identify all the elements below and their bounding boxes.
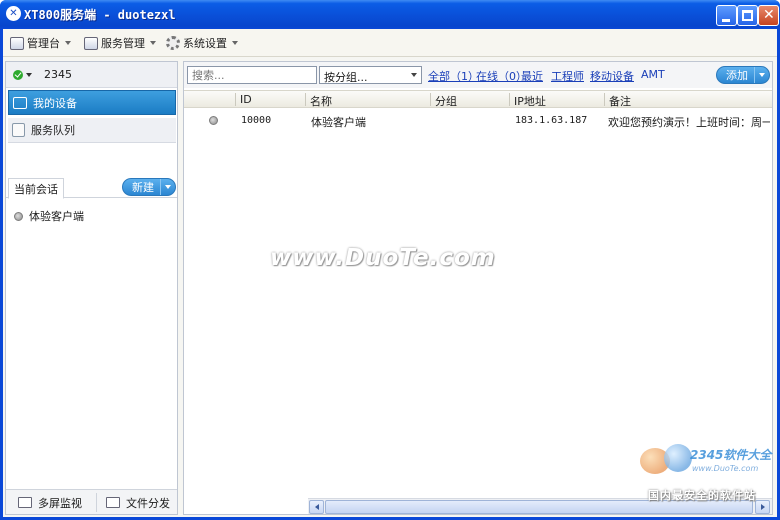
file-distribute-button[interactable]: 文件分发 bbox=[106, 490, 170, 515]
table-header: ID 名称 分组 IP地址 备注 bbox=[184, 90, 772, 108]
cell-name: 体验客户端 bbox=[311, 116, 366, 129]
filter-all[interactable]: 全部（1） bbox=[428, 68, 479, 84]
divider bbox=[305, 93, 306, 106]
chevron-down-icon bbox=[232, 41, 238, 45]
watermark-duote: www.DuoTe.com bbox=[270, 245, 496, 271]
add-button-label: 添加 bbox=[726, 69, 748, 82]
monitor-icon bbox=[13, 96, 27, 109]
watermark-url: www.DuoTe.com bbox=[692, 464, 759, 473]
column-header-note[interactable]: 备注 bbox=[609, 93, 631, 109]
menu-service-management[interactable]: 服务管理 bbox=[84, 34, 156, 52]
chevron-right-icon bbox=[760, 504, 765, 510]
minimize-button[interactable] bbox=[716, 5, 737, 26]
maximize-button[interactable] bbox=[737, 5, 758, 26]
search-input[interactable] bbox=[187, 66, 317, 84]
minimize-icon bbox=[722, 19, 730, 22]
menu-service-label: 服务管理 bbox=[101, 37, 145, 50]
offline-status-icon bbox=[14, 211, 23, 221]
new-session-button[interactable]: 新建 bbox=[122, 178, 176, 196]
chevron-down-icon bbox=[165, 185, 171, 189]
add-dropdown[interactable] bbox=[754, 67, 769, 83]
close-icon: ✕ bbox=[763, 7, 775, 23]
sidebar-item-label: 我的设备 bbox=[33, 96, 77, 110]
sidebar-item-label: 服务队列 bbox=[31, 124, 75, 137]
mascot-icon bbox=[664, 444, 692, 472]
menu-settings-label: 系统设置 bbox=[183, 37, 227, 50]
cell-ip: 183.1.63.187 bbox=[515, 115, 588, 126]
table-row[interactable]: 10000 体验客户端 183.1.63.187 欢迎您预约演示！上班时间：周一… bbox=[184, 110, 772, 130]
gear-icon bbox=[166, 36, 180, 50]
session-header: 当前会话 新建 bbox=[6, 176, 177, 199]
group-select[interactable]: 按分组... bbox=[319, 66, 422, 84]
document-icon bbox=[12, 123, 25, 137]
scroll-left-button[interactable] bbox=[309, 500, 324, 514]
divider bbox=[509, 93, 510, 106]
chevron-down-icon[interactable] bbox=[26, 73, 32, 77]
window-title: XT800服务端 - duotezxl bbox=[24, 8, 176, 22]
device-toolbar: 按分组... 全部（1） 在线（0） 最近 工程师 移动设备 AMT 添加 bbox=[184, 62, 772, 88]
sidebar-item-my-devices[interactable]: 我的设备 bbox=[8, 90, 176, 115]
column-header-group[interactable]: 分组 bbox=[435, 93, 457, 109]
divider bbox=[235, 93, 236, 106]
service-icon bbox=[84, 36, 98, 50]
filter-recent[interactable]: 最近 bbox=[521, 68, 543, 84]
watermark-tagline: 国内最安全的软件站 bbox=[648, 489, 756, 502]
list-item[interactable]: 体验客户端 bbox=[14, 208, 84, 224]
sidebar: 2345 我的设备 服务队列 当前会话 新建 体验客户端 多屏监视 文件分发 bbox=[5, 61, 178, 515]
new-button-label: 新建 bbox=[132, 181, 154, 194]
user-id: 2345 bbox=[44, 68, 72, 81]
chevron-down-icon bbox=[411, 73, 417, 77]
menu-console[interactable]: 管理台 bbox=[10, 34, 71, 52]
watermark-brand: 2345软件大全 bbox=[690, 448, 772, 462]
chevron-down-icon bbox=[65, 41, 71, 45]
maximize-icon bbox=[742, 10, 753, 21]
filter-online[interactable]: 在线（0） bbox=[476, 68, 527, 84]
new-dropdown[interactable] bbox=[160, 179, 175, 195]
filter-amt[interactable]: AMT bbox=[641, 68, 665, 81]
divider bbox=[430, 93, 431, 106]
tab-current-sessions[interactable]: 当前会话 bbox=[8, 178, 64, 199]
menu-console-label: 管理台 bbox=[27, 37, 60, 50]
file-distribute-label: 文件分发 bbox=[126, 496, 170, 510]
add-device-button[interactable]: 添加 bbox=[716, 66, 770, 84]
xt800-logo-icon: ✕ bbox=[6, 6, 21, 21]
file-distribute-icon bbox=[106, 497, 120, 508]
column-header-ip[interactable]: IP地址 bbox=[514, 93, 546, 109]
multi-screen-button[interactable]: 多屏监视 bbox=[18, 490, 82, 515]
chevron-left-icon bbox=[314, 504, 319, 510]
chevron-down-icon bbox=[150, 41, 156, 45]
title-bar[interactable]: ✕ XT800服务端 - duotezxl ✕ bbox=[0, 0, 780, 29]
offline-status-icon bbox=[209, 116, 218, 125]
multi-screen-icon bbox=[18, 497, 32, 508]
chevron-down-icon bbox=[759, 73, 765, 77]
close-button[interactable]: ✕ bbox=[758, 5, 779, 26]
scroll-right-button[interactable] bbox=[755, 500, 770, 514]
divider bbox=[604, 93, 605, 106]
column-header-id[interactable]: ID bbox=[240, 93, 252, 106]
cell-note: 欢迎您预约演示！上班时间：周一... bbox=[608, 116, 770, 129]
session-label: 体验客户端 bbox=[29, 210, 84, 223]
user-status-row[interactable]: 2345 bbox=[6, 62, 177, 88]
filter-mobile[interactable]: 移动设备 bbox=[590, 68, 634, 84]
sidebar-item-service-queue[interactable]: 服务队列 bbox=[8, 118, 176, 143]
cell-id: 10000 bbox=[241, 115, 272, 126]
multi-screen-label: 多屏监视 bbox=[38, 496, 82, 510]
menu-bar: 管理台 服务管理 系统设置 bbox=[3, 29, 777, 57]
divider bbox=[96, 493, 97, 512]
group-select-value: 按分组... bbox=[324, 71, 368, 84]
console-icon bbox=[10, 36, 24, 50]
online-status-icon bbox=[13, 70, 23, 80]
menu-system-settings[interactable]: 系统设置 bbox=[166, 34, 238, 52]
filter-engineer[interactable]: 工程师 bbox=[551, 68, 584, 84]
sidebar-bottom-bar: 多屏监视 文件分发 bbox=[6, 489, 177, 514]
column-header-name[interactable]: 名称 bbox=[310, 93, 332, 109]
